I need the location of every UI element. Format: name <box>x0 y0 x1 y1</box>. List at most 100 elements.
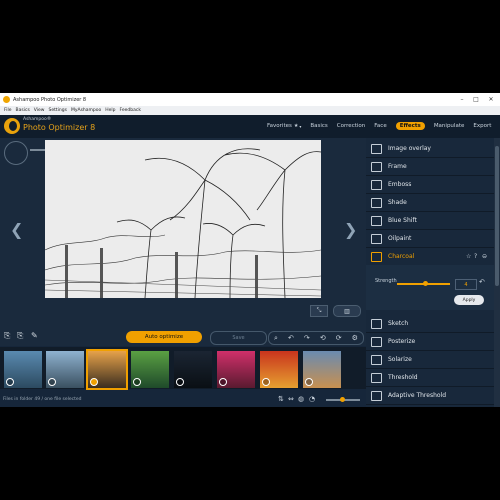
chevron-down-icon: ▾ <box>299 123 302 129</box>
strength-slider-knob[interactable] <box>423 281 428 286</box>
thumbnail-4[interactable] <box>131 351 169 388</box>
effect-label: Charcoal <box>388 253 415 260</box>
thumbnail-size-knob[interactable] <box>340 397 345 402</box>
effect-label: Adaptive Threshold <box>388 392 447 399</box>
effect-frame[interactable]: Frame <box>366 158 494 176</box>
tab-basics[interactable]: Basics <box>310 123 327 129</box>
adaptive-threshold-icon <box>371 390 382 401</box>
globe-icon[interactable]: ◍ <box>298 395 304 403</box>
effect-image-overlay[interactable]: Image overlay <box>366 140 494 158</box>
rotate-right-icon[interactable]: ⟳ <box>336 334 342 342</box>
effect-blue-shift[interactable]: Blue Shift <box>366 212 494 230</box>
thumbnail-5[interactable] <box>174 351 212 388</box>
thumbnail-2[interactable] <box>46 351 84 388</box>
effects-scrollbar[interactable] <box>494 138 500 407</box>
minimize-icon[interactable]: – <box>455 93 469 106</box>
select-circle-icon[interactable] <box>133 378 141 386</box>
fit-icon[interactable]: ⇅ <box>278 395 284 403</box>
effect-label: Blue Shift <box>388 217 417 224</box>
gear-icon[interactable]: ⚙ <box>352 334 358 342</box>
effect-label: Sketch <box>388 320 409 327</box>
tools-group: ⌕ ↶ ↷ ⟲ ⟳ ⚙ <box>268 331 364 345</box>
effect-emboss[interactable]: Emboss <box>366 176 494 194</box>
thumbnail-3-selected[interactable] <box>86 349 128 390</box>
star-icon: ★ <box>293 123 299 129</box>
effect-label: Frame <box>388 163 407 170</box>
tab-effects[interactable]: Effects <box>395 122 425 130</box>
menu-view[interactable]: View <box>34 108 45 113</box>
effect-adaptive-threshold[interactable]: Adaptive Threshold <box>366 387 494 405</box>
sync-icon[interactable]: ◔ <box>309 395 315 403</box>
expand-icon[interactable]: ⇔ <box>288 395 294 403</box>
favorite-star-icon[interactable]: ☆ <box>466 253 471 260</box>
effect-sketch[interactable]: Sketch <box>366 315 494 333</box>
open-folder-icon[interactable]: ⎘ <box>17 331 23 341</box>
brand-top: Ashampoo® <box>23 117 52 122</box>
tab-correction[interactable]: Correction <box>337 123 365 129</box>
oilpaint-icon <box>371 233 382 244</box>
select-circle-icon[interactable] <box>305 378 313 386</box>
tab-favorites[interactable]: Favorites ★ ▾ <box>267 123 301 129</box>
maximize-icon[interactable]: □ <box>469 93 483 106</box>
strength-slider[interactable] <box>397 281 450 286</box>
posterize-icon <box>371 336 382 347</box>
select-circle-icon[interactable] <box>6 378 14 386</box>
select-circle-icon[interactable] <box>219 378 227 386</box>
effect-label: Threshold <box>388 374 418 381</box>
status-bar: Files in folder 49 / one file selected ⇅… <box>0 393 366 407</box>
menu-feedback[interactable]: Feedback <box>120 108 141 113</box>
thumbnail-7[interactable] <box>260 351 298 388</box>
undo-icon[interactable]: ↶ <box>479 278 485 286</box>
select-circle-icon[interactable] <box>262 378 270 386</box>
effect-threshold[interactable]: Threshold <box>366 369 494 387</box>
menu-file[interactable]: File <box>4 108 12 113</box>
tab-export[interactable]: Export <box>473 123 491 129</box>
frame-icon <box>371 161 382 172</box>
effect-solarize[interactable]: Solarize <box>366 351 494 369</box>
next-image-arrow[interactable]: ❯ <box>344 220 357 239</box>
help-icon[interactable]: ? <box>474 253 477 260</box>
strength-label: Strength <box>375 278 397 284</box>
menu-basics[interactable]: Basics <box>16 108 30 113</box>
app-icon <box>3 96 10 103</box>
redo-icon[interactable]: ↷ <box>304 334 310 342</box>
menu-myashampoo[interactable]: MyAshampoo <box>71 108 101 113</box>
effect-shade[interactable]: Shade <box>366 194 494 212</box>
brand-name: Photo Optimizer 8 <box>23 123 96 132</box>
sketch-icon <box>371 318 382 329</box>
menu-settings[interactable]: Settings <box>48 108 66 113</box>
strength-value[interactable]: 4 <box>455 279 477 290</box>
thumbnail-1[interactable] <box>4 351 42 388</box>
thumbnail-6[interactable] <box>217 351 255 388</box>
scrollbar-thumb[interactable] <box>495 146 499 286</box>
effect-posterize[interactable]: Posterize <box>366 333 494 351</box>
tab-face[interactable]: Face <box>374 123 386 129</box>
view-mode-toggle[interactable]: ▥ <box>333 305 361 317</box>
effect-label: Emboss <box>388 181 412 188</box>
auto-optimize-button[interactable]: Auto optimize <box>126 331 202 343</box>
menu-help[interactable]: Help <box>105 108 115 113</box>
brush-icon[interactable]: ✎ <box>31 331 38 340</box>
effect-label: Posterize <box>388 338 416 345</box>
navigation-pad[interactable] <box>4 141 28 165</box>
close-icon[interactable]: ✕ <box>484 93 498 106</box>
reset-icon[interactable]: ⊖ <box>482 253 487 260</box>
tab-manipulate[interactable]: Manipulate <box>434 123 465 129</box>
apply-button[interactable]: Apply <box>454 295 484 305</box>
emboss-icon <box>371 179 382 190</box>
undo-icon[interactable]: ↶ <box>288 334 294 342</box>
rotate-left-icon[interactable]: ⟲ <box>320 334 326 342</box>
effect-charcoal[interactable]: Charcoal ☆ ? ⊖ <box>366 248 494 266</box>
select-circle-icon[interactable] <box>176 378 184 386</box>
search-icon[interactable]: ⌕ <box>274 334 278 343</box>
save-button[interactable]: Save <box>210 331 267 345</box>
thumbnail-8[interactable] <box>303 351 341 388</box>
thumbnail-size-slider[interactable] <box>326 397 360 402</box>
check-circle-icon[interactable] <box>90 378 98 386</box>
open-files-icon[interactable]: ⎘ <box>4 331 10 341</box>
select-circle-icon[interactable] <box>48 378 56 386</box>
effect-label: Shade <box>388 199 407 206</box>
compare-button[interactable]: ⤡ <box>310 305 328 317</box>
prev-image-arrow[interactable]: ❮ <box>10 220 23 239</box>
effect-oilpaint[interactable]: Oilpaint <box>366 230 494 248</box>
